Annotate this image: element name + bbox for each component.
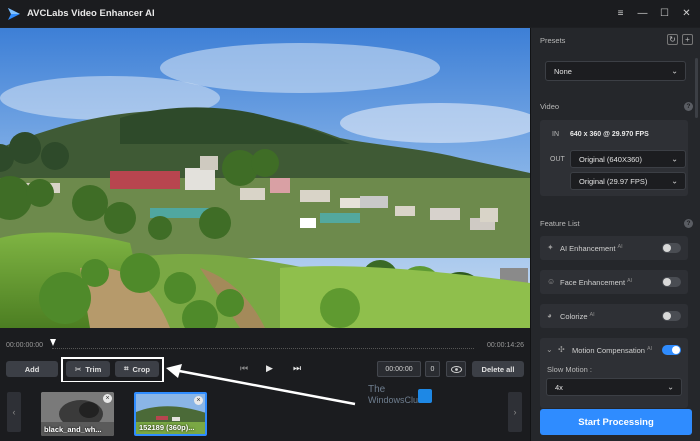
- slow-motion-dropdown[interactable]: 4x ⌄: [546, 378, 682, 396]
- panel-scrollbar[interactable]: [695, 58, 698, 118]
- output-fps-dropdown[interactable]: Original (29.97 FPS) ⌄: [570, 172, 686, 190]
- ai-enhancement-toggle[interactable]: [662, 243, 681, 253]
- chevron-down-icon: ⌄: [671, 66, 678, 76]
- crop-button[interactable]: ⌗ Crop: [115, 361, 159, 377]
- menu-icon[interactable]: ≡: [611, 4, 630, 23]
- app-title: AVCLabs Video Enhancer AI: [27, 8, 155, 19]
- output-label: OUT: [550, 156, 565, 163]
- ai-badge: AI: [627, 278, 633, 284]
- eye-icon: [450, 365, 462, 373]
- face-icon: ☺: [547, 277, 556, 286]
- clip-name: 152189 (360p)...: [139, 423, 195, 432]
- input-label: IN: [552, 131, 559, 138]
- timeline[interactable]: 00:00:00:00 00:00:14:26: [0, 328, 530, 356]
- add-preset-icon[interactable]: +: [682, 34, 693, 45]
- chevron-down-icon[interactable]: ⌄: [546, 345, 556, 355]
- chevron-left-icon[interactable]: ‹: [7, 392, 21, 432]
- feature-label: Colorize: [560, 312, 588, 321]
- annotation-arrow: [166, 364, 356, 406]
- feature-label: Motion Compensation: [572, 346, 645, 355]
- crop-icon: ⌗: [123, 364, 129, 373]
- feature-colorize[interactable]: ◕ Colorize AI: [540, 304, 688, 328]
- timeline-start-time: 00:00:00:00: [6, 342, 43, 349]
- chevron-right-icon[interactable]: ›: [508, 392, 522, 432]
- close-button[interactable]: ✕: [677, 4, 696, 23]
- face-enhancement-toggle[interactable]: [662, 277, 681, 287]
- watermark: The WindowsClub: [368, 384, 432, 405]
- title-bar: AVCLabs Video Enhancer AI ≡ — ☐ ✕: [0, 0, 700, 27]
- frame-number-input[interactable]: 0: [425, 361, 440, 377]
- app-logo-icon: [8, 7, 20, 20]
- presets-value: None: [554, 66, 572, 76]
- add-button[interactable]: Add: [6, 361, 58, 377]
- settings-panel: Presets ↻ + None ⌄ Video ? IN 640 x 360 …: [530, 28, 700, 441]
- feature-label: Face Enhancement: [560, 278, 626, 287]
- video-label: Video: [540, 102, 560, 111]
- motion-icon: ✣: [558, 345, 565, 354]
- feature-label: AI Enhancement: [560, 244, 616, 253]
- ai-badge: AI: [646, 346, 653, 352]
- trim-label: Trim: [85, 364, 102, 374]
- refresh-icon[interactable]: ↻: [667, 34, 678, 45]
- video-preview[interactable]: [0, 28, 530, 328]
- timecode-input[interactable]: 00:00:00: [377, 361, 421, 377]
- timeline-end-time: 00:00:14:26: [487, 342, 524, 349]
- output-resolution-dropdown[interactable]: Original (640X360) ⌄: [570, 150, 686, 168]
- preview-toggle-button[interactable]: [446, 361, 466, 377]
- maximize-button[interactable]: ☐: [655, 4, 674, 23]
- clip-thumbnail[interactable]: × black_and_wh...: [41, 392, 114, 436]
- feature-ai-enhancement[interactable]: ✦ AI Enhancement AI: [540, 236, 688, 260]
- sparkle-icon: ✦: [547, 243, 554, 252]
- ai-badge: AI: [589, 312, 595, 318]
- input-value: 640 x 360 @ 29.970 FPS: [570, 131, 649, 138]
- ai-badge: AI: [617, 244, 623, 250]
- chevron-down-icon: ⌄: [671, 154, 678, 164]
- chevron-down-icon: ⌄: [667, 382, 674, 392]
- video-info-box: IN 640 x 360 @ 29.970 FPS OUT Original (…: [540, 120, 688, 196]
- feature-motion-compensation: ⌄ ✣ Motion Compensation AI Slow Motion : …: [540, 338, 688, 408]
- help-icon[interactable]: ?: [684, 102, 693, 111]
- slow-motion-label: Slow Motion :: [547, 365, 593, 374]
- trim-button[interactable]: ✂ Trim: [66, 361, 110, 377]
- output-fps-value: Original (29.97 FPS): [579, 176, 648, 186]
- presets-label: Presets: [540, 36, 566, 45]
- remove-clip-icon[interactable]: ×: [103, 394, 112, 403]
- watermark-logo: [418, 389, 432, 403]
- crop-label: Crop: [132, 364, 151, 374]
- motion-compensation-toggle[interactable]: [662, 345, 681, 355]
- delete-all-button[interactable]: Delete all: [472, 361, 524, 377]
- palette-icon: ◕: [547, 311, 552, 320]
- watermark-line1: The: [368, 384, 386, 395]
- feature-list-label: Feature List: [540, 219, 580, 228]
- help-icon[interactable]: ?: [684, 219, 693, 228]
- presets-dropdown[interactable]: None ⌄: [545, 61, 686, 81]
- clip-name: black_and_wh...: [44, 425, 102, 434]
- feature-face-enhancement[interactable]: ☺ Face Enhancement AI: [540, 270, 688, 294]
- scissors-icon: ✂: [74, 364, 82, 374]
- watermark-line2: WindowsClub: [368, 395, 424, 405]
- start-processing-button[interactable]: Start Processing: [540, 409, 692, 435]
- chevron-down-icon: ⌄: [671, 176, 678, 186]
- slow-motion-value: 4x: [555, 382, 563, 392]
- colorize-toggle[interactable]: [662, 311, 681, 321]
- timeline-track[interactable]: [52, 343, 474, 349]
- output-resolution-value: Original (640X360): [579, 154, 642, 164]
- minimize-button[interactable]: —: [633, 4, 652, 23]
